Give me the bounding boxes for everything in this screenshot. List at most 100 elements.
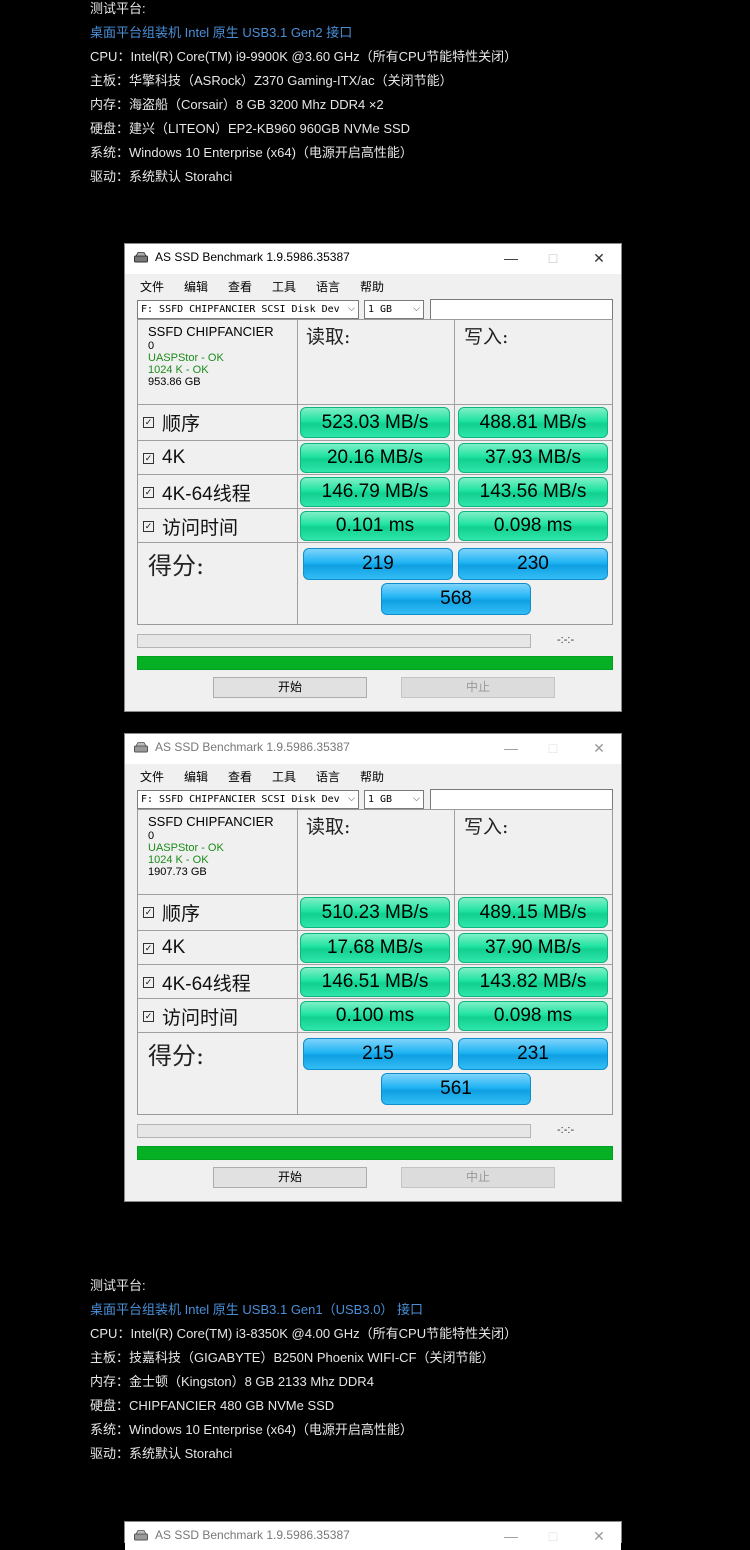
drive-icon (134, 742, 148, 753)
spec-interface-link[interactable]: 桌面平台组装机 Intel 原生 USB3.1 Gen1（USB3.0） 接口 (90, 1298, 730, 1322)
start-button[interactable]: 开始 (213, 677, 367, 698)
divider (138, 964, 612, 965)
size-select[interactable]: 1 GB ⌵ (364, 790, 424, 809)
drive-select[interactable]: F: SSFD CHIPFANCIER SCSI Disk Dev ⌵ (137, 790, 359, 809)
result-textbox[interactable] (430, 299, 613, 320)
row-label: 4K (162, 937, 186, 958)
spec-disk: 硬盘：建兴（LITEON）EP2-KB960 960GB NVMe SSD (90, 121, 411, 136)
title-bar[interactable]: AS SSD Benchmark 1.9.5986.35387 — □ ✕ (125, 244, 621, 272)
stop-button[interactable]: 中止 (401, 677, 555, 698)
as-ssd-window-2: AS SSD Benchmark 1.9.5986.35387 — □ ✕ 文件… (124, 733, 622, 1202)
results-grid: SSFD CHIPFANCIER 0 UASPStor - OK 1024 K … (137, 809, 613, 1115)
checkbox-checked-icon[interactable]: ✓ (143, 452, 154, 464)
row-access-time[interactable]: ✓ 访问时间 (140, 1000, 238, 1032)
device-info: SSFD CHIPFANCIER 0 UASPStor - OK 1024 K … (148, 814, 293, 878)
divider (297, 320, 298, 624)
maximize-icon[interactable]: □ (539, 738, 567, 758)
score-label: 得分: (148, 1042, 205, 1070)
maximize-icon[interactable]: □ (539, 1526, 567, 1546)
menu-tools[interactable]: 工具 (272, 768, 296, 785)
test-platform-spec-1: 测试平台: 桌面平台组装机 Intel 原生 USB3.1 Gen2 接口 CP… (90, 0, 730, 189)
spec-interface-link[interactable]: 桌面平台组装机 Intel 原生 USB3.1 Gen2 接口 (90, 21, 730, 45)
progress-bar-small (137, 1124, 531, 1138)
size-select[interactable]: 1 GB ⌵ (364, 300, 424, 319)
maximize-icon[interactable]: □ (539, 248, 567, 268)
spec-os: 系统：Windows 10 Enterprise (x64)（电源开启高性能） (90, 145, 413, 160)
spec-os: 系统：Windows 10 Enterprise (x64)（电源开启高性能） (90, 1422, 413, 1437)
menu-file[interactable]: 文件 (140, 768, 164, 785)
close-icon[interactable]: ✕ (585, 738, 613, 758)
menu-file[interactable]: 文件 (140, 278, 164, 295)
spec-driver: 驱动：系统默认 Storahci (90, 169, 233, 184)
chevron-down-icon: ⌵ (348, 794, 355, 804)
progress-bar-small (137, 634, 531, 648)
divider (138, 894, 612, 895)
checkbox-checked-icon[interactable]: ✓ (143, 486, 154, 498)
menu-view[interactable]: 查看 (228, 768, 252, 785)
stop-button[interactable]: 中止 (401, 1167, 555, 1188)
minimize-icon[interactable]: — (497, 1526, 525, 1546)
alignment-status: 1024 K - OK (148, 364, 209, 376)
result-textbox[interactable] (430, 789, 613, 810)
minimize-icon[interactable]: — (497, 738, 525, 758)
divider (138, 440, 612, 441)
spec-heading: 测试平台: (90, 1, 146, 16)
checkbox-checked-icon[interactable]: ✓ (143, 906, 154, 918)
test-platform-spec-2: 测试平台: 桌面平台组装机 Intel 原生 USB3.1 Gen1（USB3.… (90, 1274, 730, 1466)
menu-help[interactable]: 帮助 (360, 278, 384, 295)
spec-motherboard: 主板：技嘉科技（GIGABYTE）B250N Phoenix WIFI-CF（关… (90, 1350, 495, 1365)
title-bar[interactable]: AS SSD Benchmark 1.9.5986.35387 — □ ✕ (125, 734, 621, 762)
read-access-value: 0.101 ms (300, 511, 450, 541)
menu-view[interactable]: 查看 (228, 278, 252, 295)
row-4k[interactable]: ✓ 4K (140, 442, 185, 474)
row-seq[interactable]: ✓ 顺序 (140, 896, 200, 928)
checkbox-checked-icon[interactable]: ✓ (143, 1010, 154, 1022)
elapsed-time: -:-:- (557, 634, 575, 646)
divider (138, 998, 612, 999)
divider (138, 1032, 612, 1033)
spec-disk: 硬盘：CHIPFANCIER 480 GB NVMe SSD (90, 1398, 335, 1413)
checkbox-checked-icon[interactable]: ✓ (143, 520, 154, 532)
spec-cpu: CPU：Intel(R) Core(TM) i9-9900K @3.60 GHz… (90, 49, 518, 64)
driver-status: UASPStor - OK (148, 352, 224, 364)
spec-memory: 内存：海盗船（Corsair）8 GB 3200 Mhz DDR4 ×2 (90, 97, 384, 112)
device-zero: 0 (148, 830, 155, 842)
start-button[interactable]: 开始 (213, 1167, 367, 1188)
close-icon[interactable]: ✕ (585, 248, 613, 268)
menu-help[interactable]: 帮助 (360, 768, 384, 785)
row-4k64[interactable]: ✓ 4K-64线程 (140, 966, 251, 998)
read-4k64-value: 146.79 MB/s (300, 477, 450, 507)
divider (138, 404, 612, 405)
row-label: 顺序 (162, 413, 201, 435)
menu-edit[interactable]: 编辑 (184, 768, 208, 785)
menu-edit[interactable]: 编辑 (184, 278, 208, 295)
row-access-time[interactable]: ✓ 访问时间 (140, 510, 238, 542)
read-4k64-value: 146.51 MB/s (300, 967, 450, 997)
checkbox-checked-icon[interactable]: ✓ (143, 976, 154, 988)
divider (297, 810, 298, 1114)
device-name: SSFD CHIPFANCIER (148, 814, 274, 829)
menu-tools[interactable]: 工具 (272, 278, 296, 295)
as-ssd-window-1: AS SSD Benchmark 1.9.5986.35387 — □ ✕ 文件… (124, 243, 622, 712)
alignment-status: 1024 K - OK (148, 854, 209, 866)
capacity: 1907.73 GB (148, 866, 207, 878)
row-4k[interactable]: ✓ 4K (140, 932, 185, 964)
write-seq-value: 488.81 MB/s (458, 407, 608, 438)
spec-motherboard: 主板：华擎科技（ASRock）Z370 Gaming-ITX/ac（关闭节能） (90, 73, 453, 88)
row-4k64[interactable]: ✓ 4K-64线程 (140, 476, 251, 508)
write-access-value: 0.098 ms (458, 1001, 608, 1031)
row-seq[interactable]: ✓ 顺序 (140, 406, 200, 438)
drive-icon (134, 1530, 148, 1541)
write-seq-value: 489.15 MB/s (458, 897, 608, 928)
checkbox-checked-icon[interactable]: ✓ (143, 942, 154, 954)
minimize-icon[interactable]: — (497, 248, 525, 268)
divider (138, 474, 612, 475)
write-header: 写入: (464, 326, 509, 348)
menu-language[interactable]: 语言 (316, 278, 340, 295)
menu-language[interactable]: 语言 (316, 768, 340, 785)
chevron-down-icon: ⌵ (348, 304, 355, 314)
close-icon[interactable]: ✕ (585, 1526, 613, 1546)
checkbox-checked-icon[interactable]: ✓ (143, 416, 154, 428)
title-bar[interactable]: AS SSD Benchmark 1.9.5986.35387 — □ ✕ (125, 1522, 621, 1550)
drive-select[interactable]: F: SSFD CHIPFANCIER SCSI Disk Dev ⌵ (137, 300, 359, 319)
